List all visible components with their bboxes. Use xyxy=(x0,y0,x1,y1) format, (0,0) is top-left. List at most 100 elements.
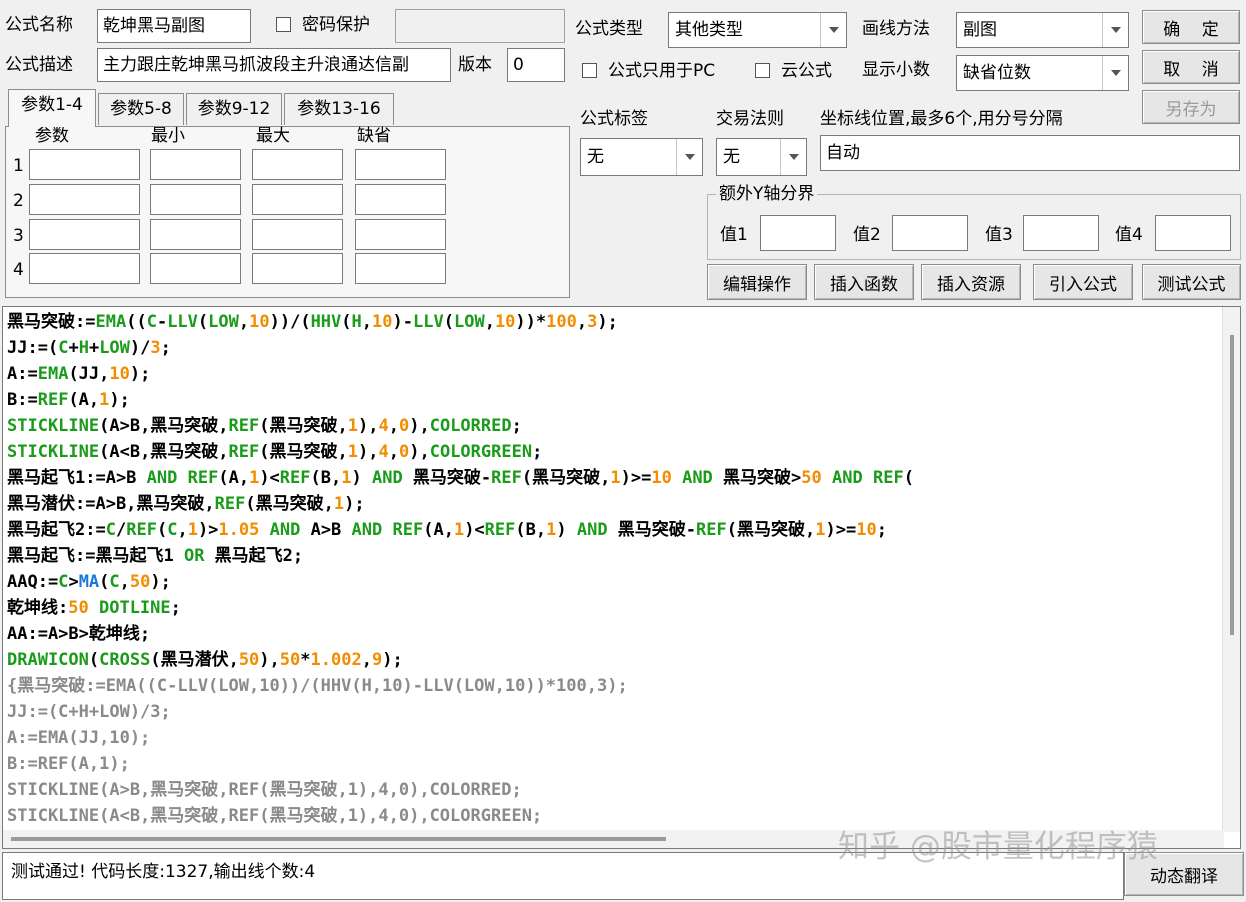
code-line[interactable]: AA:=A>B>乾坤线; xyxy=(7,621,1222,647)
code-token: A:=EMA(JJ,10); xyxy=(7,728,151,748)
code-token: COLORRED xyxy=(429,416,512,436)
param-min-input[interactable] xyxy=(150,149,241,180)
test-formula-button[interactable]: 测试公式 xyxy=(1142,264,1241,300)
formula-type-value: 其他类型 xyxy=(675,20,743,40)
code-token: 50 xyxy=(801,468,822,488)
y-value4-input[interactable] xyxy=(1155,215,1231,251)
code-line[interactable]: STICKLINE(A>B,黑马突破,REF(黑马突破,1),4,0),COLO… xyxy=(7,413,1222,439)
axis-position-input[interactable]: 自动 xyxy=(820,135,1240,171)
cloud-checkbox[interactable] xyxy=(755,63,770,78)
code-line[interactable]: 黑马潜伏:=A>B,黑马突破,REF(黑马突破,1); xyxy=(7,491,1222,517)
code-line[interactable]: DRAWICON(CROSS(黑马潜伏,50),50*1.002,9); xyxy=(7,647,1222,673)
param-max-input[interactable] xyxy=(252,184,343,215)
draw-method-select[interactable]: 副图 xyxy=(956,12,1129,48)
code-line[interactable]: A:=EMA(JJ,10); xyxy=(7,361,1222,387)
formula-tag-select[interactable]: 无 xyxy=(580,138,703,176)
tab-params-5-8[interactable]: 参数5-8 xyxy=(98,93,184,125)
code-line[interactable]: JJ:=(C+H+LOW)/3; xyxy=(7,335,1222,361)
code-line[interactable]: STICKLINE(A>B,黑马突破,REF(黑马突破,1),4,0),COLO… xyxy=(7,777,1222,803)
code-line[interactable]: A:=EMA(JJ,10); xyxy=(7,725,1222,751)
param-default-input[interactable] xyxy=(355,149,446,180)
formula-desc-input[interactable]: 主力跟庄乾坤黑马抓波段主升浪通达信副 xyxy=(97,48,451,82)
y-value2-input[interactable] xyxy=(892,215,968,251)
code-token: (B, xyxy=(515,520,547,540)
pc-only-checkbox[interactable] xyxy=(582,63,597,78)
code-line[interactable]: STICKLINE(A<B,黑马突破,REF(黑马突破,1),4,0),COLO… xyxy=(7,803,1222,827)
code-content[interactable]: 黑马突破:=EMA((C-LLV(LOW,10))/(HHV(H,10)-LLV… xyxy=(7,309,1222,827)
code-line[interactable]: B:=REF(A,1); xyxy=(7,387,1222,413)
code-token: AND xyxy=(371,468,403,488)
code-line[interactable]: AAQ:=C>MA(C,50); xyxy=(7,569,1222,595)
trade-rule-select[interactable]: 无 xyxy=(716,138,807,176)
code-token: ( xyxy=(156,520,168,540)
tab-params-13-16[interactable]: 参数13-16 xyxy=(284,93,394,125)
decimals-value: 缺省位数 xyxy=(963,63,1031,83)
code-token: LOW xyxy=(208,312,239,332)
horizontal-scrollbar-thumb[interactable] xyxy=(11,837,666,841)
code-line[interactable]: JJ:=(C+H+LOW)/3; xyxy=(7,699,1222,725)
import-formula-button[interactable]: 引入公式 xyxy=(1033,264,1133,300)
password-input[interactable] xyxy=(395,9,565,43)
version-input[interactable]: 0 xyxy=(507,48,565,82)
vertical-scrollbar-thumb[interactable] xyxy=(1230,335,1234,635)
param-min-input[interactable] xyxy=(150,253,241,284)
param-max-input[interactable] xyxy=(252,219,343,250)
y-value3-input[interactable] xyxy=(1023,215,1099,251)
password-checkbox[interactable] xyxy=(276,17,291,32)
code-line[interactable]: 乾坤线:50 DOTLINE; xyxy=(7,595,1222,621)
formula-tag-label: 公式标签 xyxy=(580,109,648,129)
param-name-input[interactable] xyxy=(29,219,140,250)
edit-operations-button[interactable]: 编辑操作 xyxy=(707,264,807,300)
param-name-input[interactable] xyxy=(29,149,140,180)
chevron-down-icon[interactable] xyxy=(1102,13,1128,47)
param-name-input[interactable] xyxy=(29,253,140,284)
code-token: DOTLINE xyxy=(98,598,171,618)
insert-resource-button[interactable]: 插入资源 xyxy=(921,264,1021,300)
code-token: DRAWICON xyxy=(7,650,89,670)
cancel-button[interactable]: 取 消 xyxy=(1142,50,1240,84)
vertical-scrollbar[interactable] xyxy=(1222,307,1240,832)
code-token: H xyxy=(78,338,89,358)
code-line[interactable]: 黑马突破:=EMA((C-LLV(LOW,10))/(HHV(H,10)-LLV… xyxy=(7,309,1222,335)
tab-params-9-12[interactable]: 参数9-12 xyxy=(186,93,282,125)
insert-function-button[interactable]: 插入函数 xyxy=(814,264,914,300)
param-min-input[interactable] xyxy=(150,219,241,250)
formula-type-select[interactable]: 其他类型 xyxy=(668,12,847,48)
code-line[interactable]: B:=REF(A,1); xyxy=(7,751,1222,777)
param-max-input[interactable] xyxy=(252,253,343,284)
param-max-input[interactable] xyxy=(252,149,343,180)
param-default-input[interactable] xyxy=(355,219,446,250)
tab-params-1-4[interactable]: 参数1-4 xyxy=(8,89,96,127)
code-token: {黑马突破:=EMA((C-LLV(LOW,10))/(HHV(H,10)-LL… xyxy=(7,676,628,696)
param-min-input[interactable] xyxy=(150,184,241,215)
chevron-down-icon[interactable] xyxy=(676,139,702,175)
y-value1-input[interactable] xyxy=(760,215,836,251)
param-default-input[interactable] xyxy=(355,184,446,215)
code-line[interactable]: 黑马起飞1:=A>B AND REF(A,1)<REF(B,1) AND 黑马突… xyxy=(7,465,1222,491)
code-line[interactable]: STICKLINE(A<B,黑马突破,REF(黑马突破,1),4,0),COLO… xyxy=(7,439,1222,465)
code-token: (A, xyxy=(68,390,100,410)
param-default-input[interactable] xyxy=(355,253,446,284)
code-token: 1 xyxy=(187,520,198,540)
chevron-down-icon[interactable] xyxy=(1102,56,1128,90)
decimals-select[interactable]: 缺省位数 xyxy=(956,55,1129,91)
code-line[interactable]: 黑马起飞2:=C/REF(C,1)>1.05 AND A>B AND REF(A… xyxy=(7,517,1222,543)
code-token: ) xyxy=(556,520,577,540)
code-token: > xyxy=(68,572,79,592)
code-token: ), xyxy=(409,442,430,462)
code-line[interactable]: {黑马突破:=EMA((C-LLV(LOW,10))/(HHV(H,10)-LL… xyxy=(7,673,1222,699)
param-name-input[interactable] xyxy=(29,184,140,215)
code-token: ), xyxy=(409,416,430,436)
code-editor[interactable]: 黑马突破:=EMA((C-LLV(LOW,10))/(HHV(H,10)-LLV… xyxy=(2,306,1241,849)
formula-name-input[interactable]: 乾坤黑马副图 xyxy=(97,9,251,43)
code-token: REF xyxy=(228,442,260,462)
code-line[interactable]: 黑马起飞:=黑马起飞1 OR 黑马起飞2; xyxy=(7,543,1222,569)
chevron-down-icon[interactable] xyxy=(820,13,846,47)
ok-button[interactable]: 确 定 xyxy=(1142,10,1240,44)
chevron-down-icon[interactable] xyxy=(780,139,806,175)
code-token: * xyxy=(300,650,311,670)
code-token: 1 xyxy=(453,520,465,540)
save-as-button[interactable]: 另存为 xyxy=(1142,90,1240,124)
